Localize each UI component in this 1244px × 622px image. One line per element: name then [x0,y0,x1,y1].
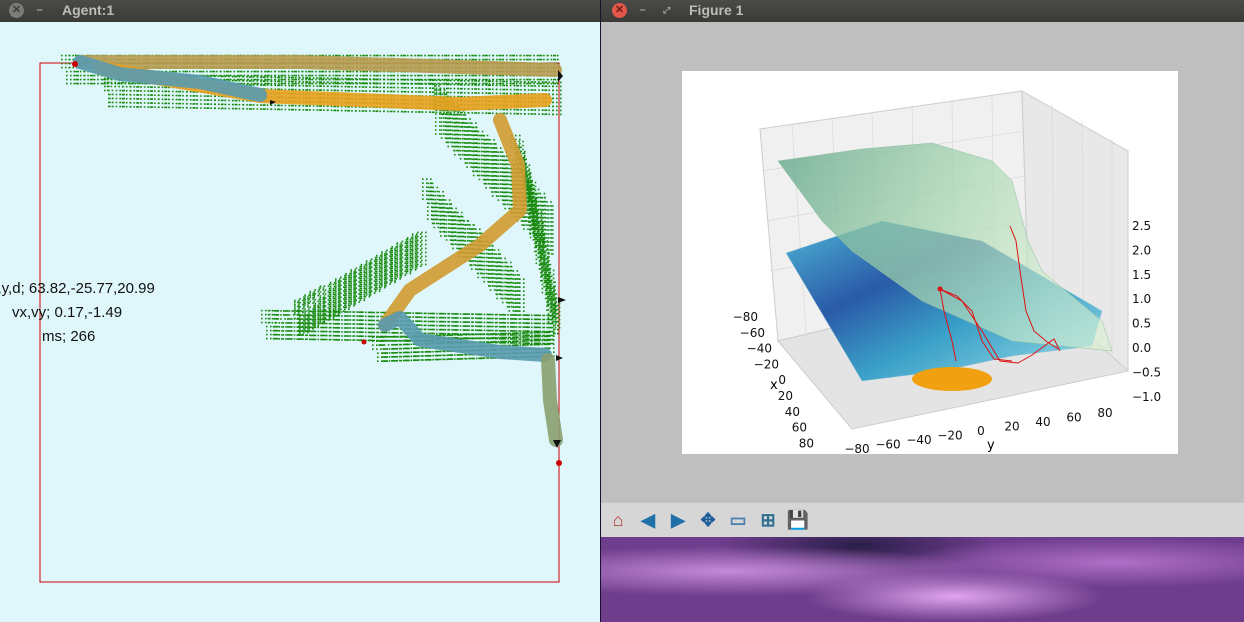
z-tick-labels: 2.5 2.0 1.5 1.0 0.5 0.0 −0.5 −1.0 [1132,219,1161,404]
y-tick: 60 [1066,411,1081,425]
z-tick: 0.0 [1132,341,1151,355]
configure-subplots-button[interactable]: ⊞ [755,507,781,533]
minimize-icon[interactable]: – [32,3,47,18]
x-tick: −80 [733,310,758,324]
y-tick: 20 [1004,420,1019,434]
y-tick: −60 [875,438,900,452]
start-marker [72,61,78,67]
y-tick: 40 [1035,415,1050,429]
x-tick: −40 [747,342,772,356]
agent-window: ✕ – Agent:1 x,y,d; 63.82,-25.77,20.99 vx… [0,0,600,622]
z-tick: 0.5 [1132,317,1151,331]
pan-icon: ✥ [700,509,716,530]
y-tick: −20 [937,429,962,443]
zoom-button[interactable]: ▭ [725,507,751,533]
back-button[interactable]: ◀ [635,507,661,533]
home-button[interactable]: ⌂ [605,507,631,533]
y-tick: 80 [1097,406,1112,420]
zoom-icon: ▭ [729,509,747,530]
back-icon: ◀ [641,509,655,530]
y-tick: −80 [844,442,869,454]
home-icon: ⌂ [612,509,624,530]
time-readout: ms; 266 [42,328,96,345]
maximize-icon[interactable]: ⤢ [659,3,674,18]
x-tick: −20 [754,357,779,371]
y-tick: 0 [977,424,985,438]
x-tick: 40 [785,405,800,419]
save-icon: 💾 [786,509,810,530]
forward-icon: ▶ [671,509,685,530]
x-tick: 0 [778,373,786,387]
agent-titlebar: ✕ – Agent:1 [0,0,600,22]
window-title: Figure 1 [689,2,744,18]
figure-titlebar: ✕ – ⤢ Figure 1 [601,0,1244,22]
x-tick: 80 [799,436,814,450]
x-axis-label: x [770,378,778,393]
surface-plot: −80−60−40−20020406080 −80 −60 −40 −20 0 20 40 6… [733,90,1161,456]
agent-marker [556,460,562,466]
minimize-icon[interactable]: – [635,3,650,18]
trajectory-origin [937,286,943,292]
figure-window: ✕ – ⤢ Figure 1 −80 −60 −40 −20 0 20 40 6… [601,0,1244,537]
x-tick: 60 [792,421,807,435]
save-button[interactable]: 💾 [785,507,811,533]
window-title: Agent:1 [62,2,115,18]
x-tick: −60 [740,326,765,340]
configure-subplots-icon: ⊞ [760,509,776,530]
agent-trajectory [73,55,563,447]
plot-area[interactable]: −80 −60 −40 −20 0 20 40 60 80 −80 −60 −40 −20 0 20 40 6… [682,71,1178,456]
z-tick: 2.0 [1132,243,1151,257]
close-icon[interactable]: ✕ [9,3,24,18]
waypoint-marker [361,339,367,345]
forward-button[interactable]: ▶ [665,507,691,533]
z-tick: 2.5 [1132,219,1151,233]
position-readout: x,y,d; 63.82,-25.77,20.99 [0,280,155,297]
trajectory-segment [541,353,563,447]
desktop-wallpaper [601,537,1244,622]
x-tick: 20 [778,389,793,403]
z-tick: 1.0 [1132,292,1151,306]
z-tick: −0.5 [1132,365,1161,379]
z-tick: 1.5 [1132,268,1151,282]
velocity-readout: vx,vy; 0.17,-1.49 [12,304,123,321]
matplotlib-toolbar: ⌂ ◀ ▶ ✥ ▭ ⊞ 💾 [601,502,1244,537]
z-tick: −1.0 [1132,390,1161,404]
edge-markers [270,70,566,448]
y-tick: −40 [906,433,931,447]
agent-canvas[interactable] [0,22,600,622]
trajectory-segment [75,55,562,77]
surface-peak-orange [912,367,992,391]
close-icon[interactable]: ✕ [612,3,627,18]
pan-button[interactable]: ✥ [695,507,721,533]
y-axis-label: y [987,438,995,453]
